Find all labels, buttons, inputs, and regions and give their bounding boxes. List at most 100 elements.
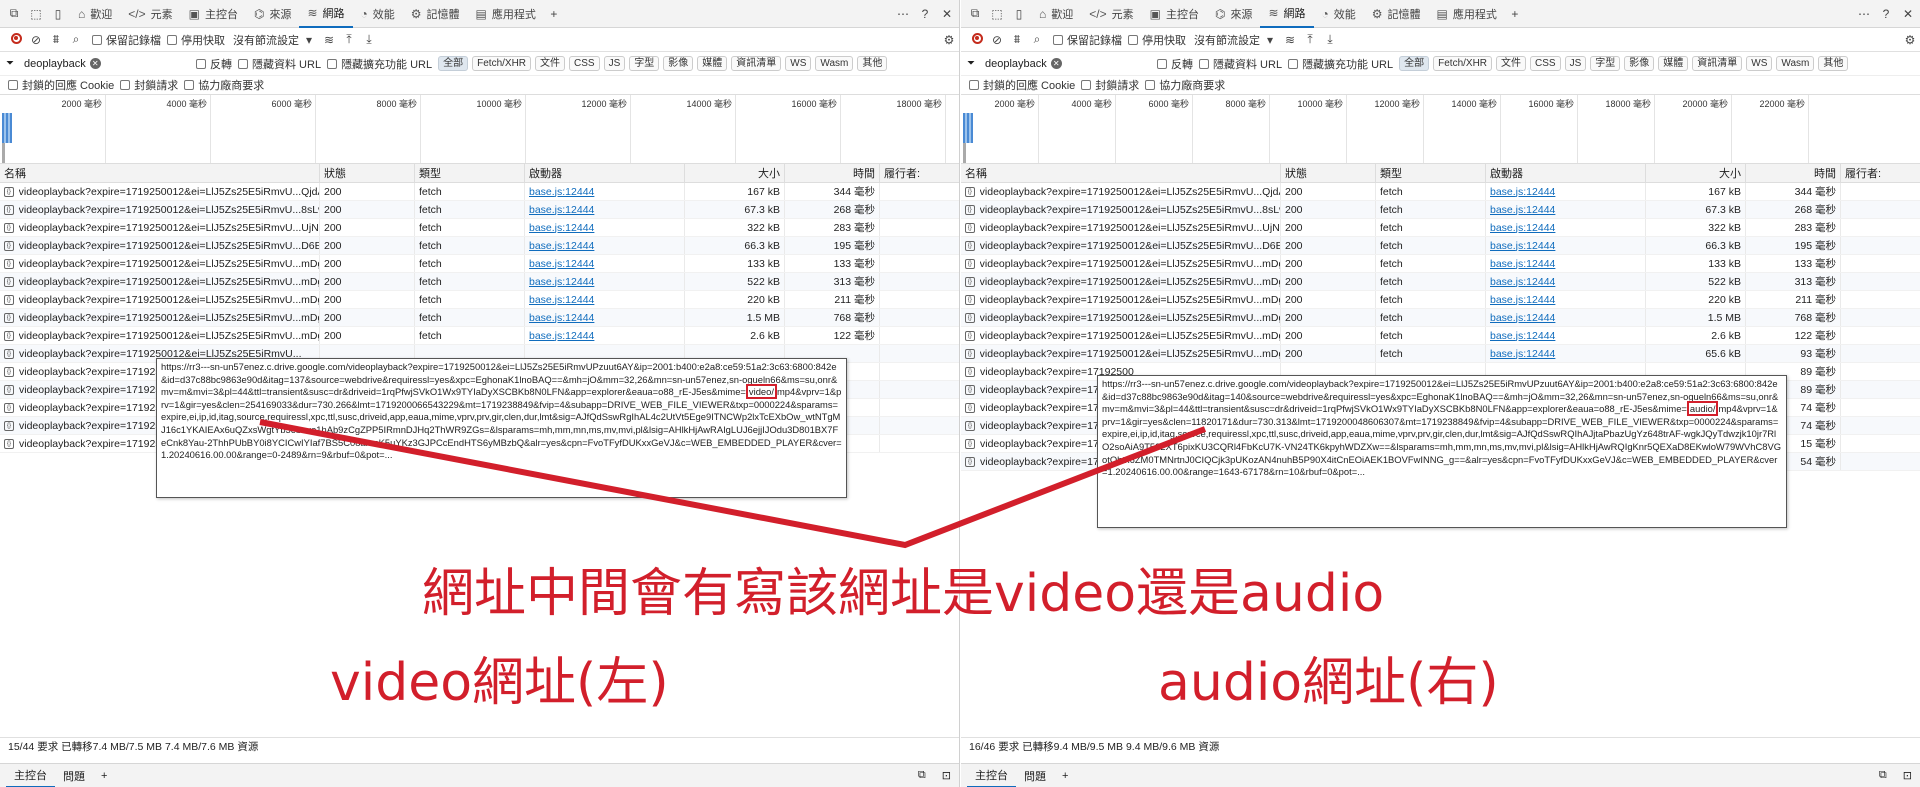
timeline-overview[interactable]: 2000 毫秒 4000 毫秒 6000 毫秒 8000 毫秒 10000 毫秒 1200… — [0, 95, 959, 164]
filter-input[interactable]: deoplayback ✕ — [981, 55, 1151, 73]
hide-ext-urls-checkbox[interactable] — [1288, 58, 1299, 69]
column-header-fulfilled[interactable]: 履行者: — [1841, 164, 1920, 182]
plus-icon[interactable]: + — [544, 4, 564, 24]
table-row[interactable]: {} videoplayback?expire=1719250012&ei=LlJ… — [0, 327, 959, 345]
filter-chip[interactable]: Fetch/XHR — [472, 56, 532, 71]
filter-chip[interactable]: CSS — [1530, 56, 1561, 71]
filter-chip[interactable]: 文件 — [1496, 56, 1527, 71]
throttle-select[interactable]: 沒有節流設定 — [233, 32, 299, 48]
filter-chip[interactable]: CSS — [569, 56, 600, 71]
clear-filter-icon[interactable]: ✕ — [1050, 58, 1062, 69]
table-row[interactable]: {} videoplayback?expire=1719250012&ei=LlJ… — [961, 255, 1920, 273]
preserve-log-checkbox[interactable] — [1053, 34, 1063, 45]
timeline-overview[interactable]: 2000 毫秒 4000 毫秒 6000 毫秒 8000 毫秒 10000 毫秒 1200… — [961, 95, 1920, 164]
filter-chip[interactable]: WS — [1746, 56, 1773, 71]
filter-chip[interactable]: 影像 — [663, 56, 694, 71]
filter-chip[interactable]: 其他 — [1818, 56, 1849, 71]
column-header-fulfilled[interactable]: 履行者: — [880, 164, 959, 182]
table-row[interactable]: {} videoplayback?expire=1719250012&ei=LlJ… — [961, 201, 1920, 219]
plus-icon[interactable]: + — [1505, 4, 1525, 24]
filter-input[interactable]: deoplayback ✕ — [20, 55, 190, 73]
column-header-size[interactable]: 大小 — [685, 164, 785, 182]
third-party-checkbox[interactable] — [1145, 80, 1156, 90]
network-conditions-icon[interactable]: ≋ — [1280, 33, 1300, 47]
close-icon[interactable]: ✕ — [1898, 4, 1918, 24]
tab-code[interactable]: </> 元素 — [1081, 0, 1141, 28]
initiator-link[interactable]: base.js:12444 — [1490, 240, 1555, 252]
drawer-tab-issues[interactable]: 問題 — [1016, 764, 1054, 787]
tab-memory[interactable]: ⚙ 記憶體 — [1364, 0, 1429, 28]
tab-wifi[interactable]: ≋ 網路 — [1260, 0, 1314, 28]
initiator-link[interactable]: base.js:12444 — [529, 312, 594, 324]
screenshot-icon[interactable]: ⊡ — [1895, 764, 1920, 787]
initiator-link[interactable]: base.js:12444 — [1490, 186, 1555, 198]
column-header-name[interactable]: 名稱 — [0, 164, 320, 182]
clear-icon[interactable]: ⊘ — [987, 33, 1007, 47]
column-header-name[interactable]: 名稱 — [961, 164, 1281, 182]
table-row[interactable]: {} videoplayback?expire=1719250012&ei=LlJ… — [961, 219, 1920, 237]
tab-application[interactable]: ▤ 應用程式 — [1429, 0, 1505, 28]
tab-performance[interactable]: ◔ 效能 — [353, 0, 403, 28]
initiator-link[interactable]: base.js:12444 — [529, 186, 594, 198]
preserve-log-checkbox[interactable] — [92, 34, 102, 45]
hide-ext-urls-checkbox[interactable] — [327, 58, 338, 69]
initiator-link[interactable]: base.js:12444 — [529, 258, 594, 270]
initiator-link[interactable]: base.js:12444 — [1490, 348, 1555, 360]
dock-icon[interactable]: ▯ — [48, 4, 68, 24]
record-icon[interactable] — [6, 32, 26, 47]
table-row[interactable]: {} videoplayback?expire=1719250012&ei=LlJ… — [961, 309, 1920, 327]
settings-gear-icon[interactable]: ⚙ — [939, 33, 959, 47]
filter-chip[interactable]: 全部 — [1399, 56, 1430, 71]
filter-chip[interactable]: JS — [1564, 56, 1587, 71]
tab-home[interactable]: ⌂ 歡迎 — [70, 0, 120, 28]
dock-drawer-icon[interactable]: ⧉ — [910, 764, 934, 787]
chevron-down-icon[interactable]: ▾ — [299, 33, 319, 47]
record-icon[interactable] — [967, 32, 987, 47]
table-row[interactable]: {} videoplayback?expire=1719250012&ei=LlJ… — [0, 291, 959, 309]
tab-console[interactable]: ▣ 主控台 — [1142, 0, 1207, 28]
help-icon[interactable]: ? — [915, 4, 935, 24]
tab-sources[interactable]: ⌬ 來源 — [246, 0, 299, 28]
inspect-icon[interactable]: ⬚ — [26, 4, 46, 24]
filter-chip[interactable]: 資訊清單 — [1692, 56, 1743, 71]
filter-chip[interactable]: Wasm — [1776, 56, 1815, 71]
initiator-link[interactable]: base.js:12444 — [1490, 312, 1555, 324]
clear-filter-icon[interactable]: ✕ — [89, 58, 101, 69]
initiator-link[interactable]: base.js:12444 — [1490, 294, 1555, 306]
hide-data-urls-checkbox[interactable] — [238, 58, 248, 69]
invert-checkbox[interactable] — [1157, 58, 1167, 69]
plus-icon[interactable]: + — [1054, 764, 1076, 787]
initiator-link[interactable]: base.js:12444 — [529, 330, 594, 342]
import-icon[interactable]: ⤒ — [1300, 32, 1320, 47]
table-row[interactable]: {} videoplayback?expire=1719250012&ei=LlJ… — [961, 237, 1920, 255]
table-row[interactable]: {} videoplayback?expire=1719250012&ei=LlJ… — [0, 255, 959, 273]
filter-chip[interactable]: 全部 — [438, 56, 469, 71]
filter-chip[interactable]: 影像 — [1624, 56, 1655, 71]
export-icon[interactable]: ⤓ — [359, 32, 379, 47]
table-row[interactable]: {} videoplayback?expire=1719250012&ei=LlJ… — [961, 183, 1920, 201]
column-header-size[interactable]: 大小 — [1646, 164, 1746, 182]
filter-icon[interactable]: ⩩ — [46, 32, 66, 47]
column-header-time[interactable]: 時間 — [1746, 164, 1841, 182]
tab-performance[interactable]: ◔ 效能 — [1314, 0, 1364, 28]
column-header-initiator[interactable]: 啟動器 — [1486, 164, 1646, 182]
disable-cache-checkbox[interactable] — [1128, 34, 1138, 45]
blocked-cookies-checkbox[interactable] — [969, 80, 979, 90]
initiator-link[interactable]: base.js:12444 — [529, 276, 594, 288]
settings-gear-icon[interactable]: ⚙ — [1900, 33, 1920, 47]
initiator-link[interactable]: base.js:12444 — [529, 240, 594, 252]
filter-chip[interactable]: 其他 — [857, 56, 888, 71]
filter-chip[interactable]: JS — [603, 56, 626, 71]
column-header-type[interactable]: 類型 — [1376, 164, 1486, 182]
hide-data-urls-checkbox[interactable] — [1199, 58, 1209, 69]
tab-application[interactable]: ▤ 應用程式 — [468, 0, 544, 28]
table-row[interactable]: {} videoplayback?expire=1719250012&ei=LlJ… — [961, 273, 1920, 291]
invert-checkbox[interactable] — [196, 58, 206, 69]
initiator-link[interactable]: base.js:12444 — [529, 204, 594, 216]
disable-cache-checkbox[interactable] — [167, 34, 177, 45]
table-row[interactable]: {} videoplayback?expire=1719250012&ei=LlJ… — [0, 201, 959, 219]
more-icon[interactable]: ⋯ — [1854, 4, 1874, 24]
device-toolbar-icon[interactable]: ⧉ — [965, 4, 985, 24]
column-header-initiator[interactable]: 啟動器 — [525, 164, 685, 182]
tab-wifi[interactable]: ≋ 網路 — [299, 0, 353, 28]
